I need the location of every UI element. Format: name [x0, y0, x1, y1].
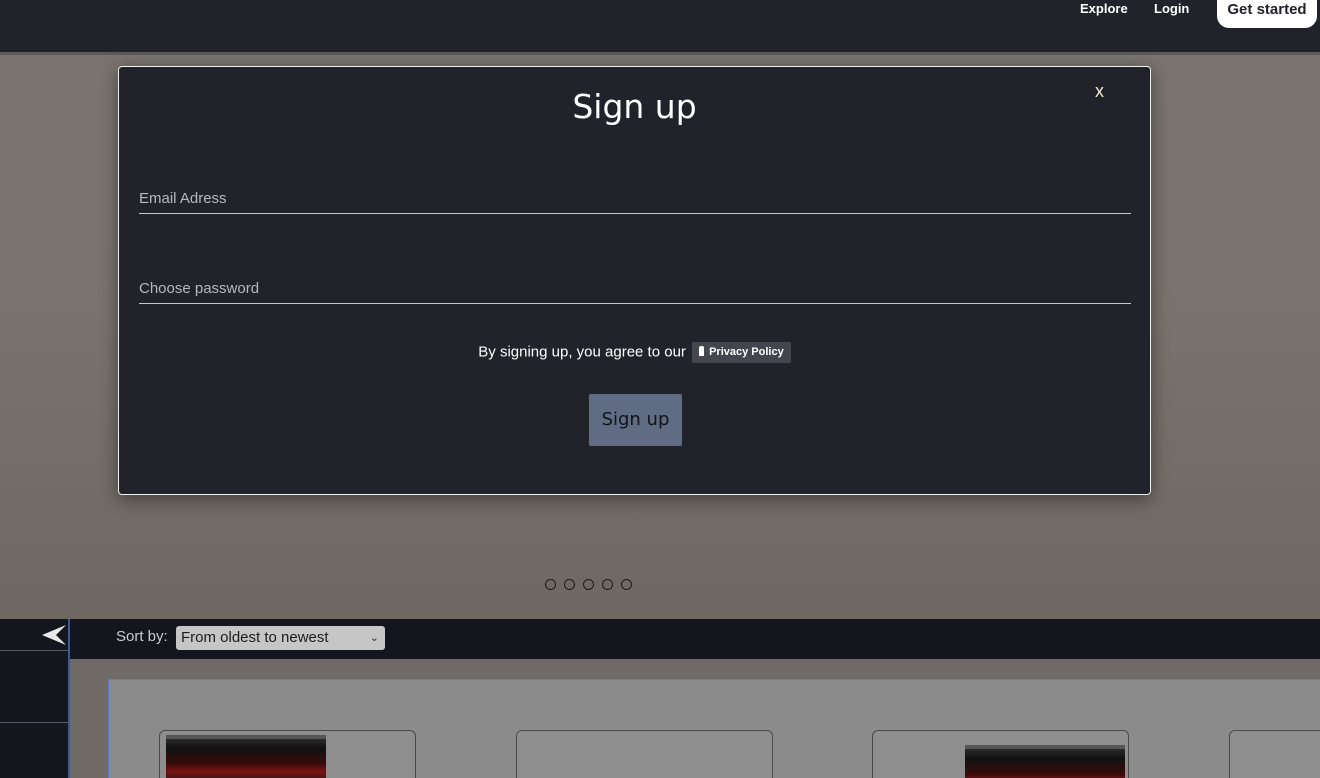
hero-top-shadow: [0, 52, 1320, 55]
product-image: [166, 735, 326, 778]
modal-title: Sign up: [572, 87, 697, 126]
agreement-text: By signing up, you agree to our: [478, 343, 686, 361]
side-divider: [0, 722, 68, 723]
nav-login-link[interactable]: Login: [1154, 0, 1189, 18]
carousel-dot[interactable]: [564, 579, 575, 590]
top-nav: Explore Login Get started: [0, 0, 1320, 52]
product-image: [965, 745, 1125, 778]
carousel-dot[interactable]: [621, 579, 632, 590]
chevron-down-icon: ⌄: [369, 632, 379, 644]
signup-submit-button[interactable]: Sign up: [589, 394, 682, 446]
sort-select[interactable]: From oldest to newest ⌄: [176, 626, 385, 650]
lock-icon: [699, 346, 705, 356]
signup-modal: Sign up x Email Adress Choose password B…: [118, 66, 1151, 495]
side-divider: [0, 650, 68, 651]
get-started-button[interactable]: Get started: [1217, 0, 1317, 28]
carousel-dot[interactable]: [583, 579, 594, 590]
carousel-indicators: [545, 579, 632, 590]
side-panel: [0, 619, 70, 778]
back-arrow-icon[interactable]: [42, 625, 66, 645]
sort-select-value: From oldest to newest: [181, 629, 329, 646]
product-card[interactable]: [1229, 730, 1320, 778]
close-button[interactable]: x: [1095, 81, 1104, 102]
product-card[interactable]: [872, 730, 1129, 778]
carousel-dot[interactable]: [602, 579, 613, 590]
product-card[interactable]: [159, 730, 416, 778]
privacy-policy-label: Privacy Policy: [709, 346, 784, 358]
product-card[interactable]: [516, 730, 773, 778]
carousel-dot[interactable]: [545, 579, 556, 590]
sort-label: Sort by:: [116, 628, 168, 645]
privacy-policy-link[interactable]: Privacy Policy: [692, 342, 791, 363]
privacy-agreement: By signing up, you agree to our Privacy …: [119, 342, 1150, 363]
nav-explore-link[interactable]: Explore: [1080, 0, 1128, 18]
email-field[interactable]: Email Adress: [139, 184, 1131, 214]
password-field[interactable]: Choose password: [139, 274, 1131, 304]
